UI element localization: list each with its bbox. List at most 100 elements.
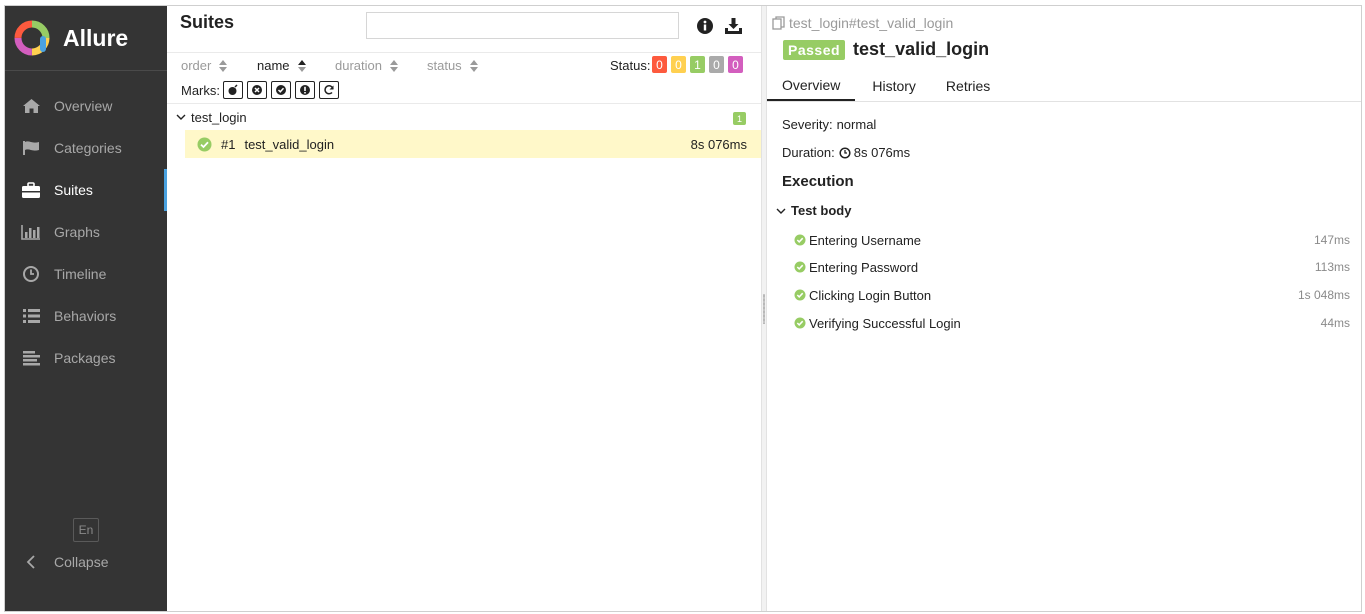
sidebar-item-categories[interactable]: Categories (5, 127, 167, 169)
passed-status-icon (794, 234, 806, 246)
flag-icon (21, 138, 41, 158)
sidebar-item-graphs[interactable]: Graphs (5, 211, 167, 253)
retries-icon[interactable] (319, 81, 339, 99)
suite-group-name: test_login (191, 109, 247, 125)
download-icon[interactable] (724, 17, 742, 35)
page-title: Suites (180, 12, 235, 32)
sidebar-item-packages[interactable]: Packages (5, 337, 167, 379)
brand-name: Allure (63, 24, 129, 51)
search-input[interactable] (366, 12, 679, 39)
sort-name[interactable]: name (257, 58, 306, 73)
detail-tabs: Overview History Retries (767, 70, 1361, 102)
sidebar-item-label: Categories (54, 140, 122, 156)
step-name: Verifying Successful Login (809, 315, 961, 331)
chevron-down-icon (176, 113, 186, 121)
sort-icon (469, 59, 478, 72)
test-body-label: Test body (791, 203, 852, 218)
severity-line: Severity: normal (782, 117, 876, 132)
step-row[interactable]: Entering Username 147ms (794, 230, 1350, 250)
tab-retries[interactable]: Retries (930, 70, 1004, 101)
collapse-label: Collapse (54, 554, 109, 570)
breadcrumb-text: test_login#test_valid_login (789, 15, 954, 31)
test-title: test_valid_login (853, 39, 990, 59)
suites-pane: Suites order name duration status Status… (167, 6, 761, 611)
sort-asc-icon (297, 59, 306, 72)
test-body-toggle[interactable]: Test body (776, 203, 851, 218)
sidebar-item-suites[interactable]: Suites (5, 169, 167, 211)
test-result-row[interactable]: #1 test_valid_login 8s 076ms (185, 130, 761, 158)
severity-value: normal (836, 117, 877, 132)
sidebar-item-label: Suites (54, 182, 93, 198)
duration-value: 8s 076ms (853, 145, 911, 160)
home-icon (21, 96, 41, 116)
briefcase-icon (21, 180, 41, 200)
sort-order[interactable]: order (181, 58, 228, 73)
brand[interactable]: Allure (5, 6, 167, 71)
tab-label: Retries (945, 77, 991, 94)
step-duration: 113ms (1314, 260, 1350, 274)
suites-header: Suites (167, 6, 761, 53)
flaky-icon[interactable] (223, 81, 243, 99)
status-skipped-badge[interactable]: 0 (709, 56, 724, 73)
suite-group-count: 1 (733, 112, 746, 125)
status-badge: Passed (783, 39, 846, 60)
chevron-down-icon (776, 207, 786, 215)
test-name: test_valid_login (244, 136, 335, 152)
duration-line: Duration: 8s 076ms (782, 145, 910, 160)
copy-icon[interactable] (772, 16, 785, 30)
sort-icon (389, 59, 398, 72)
sort-duration-label: duration (335, 58, 382, 73)
new-broken-icon[interactable] (295, 81, 315, 99)
tab-label: Overview (782, 76, 841, 93)
collapse-button[interactable]: Collapse (5, 546, 167, 578)
new-passed-icon[interactable] (271, 81, 291, 99)
passed-status-icon (794, 261, 806, 273)
clock-icon (839, 146, 851, 159)
sidebar-item-timeline[interactable]: Timeline (5, 253, 167, 295)
step-row[interactable]: Verifying Successful Login 44ms (794, 313, 1350, 333)
step-name: Entering Username (809, 232, 921, 248)
passed-status-icon (794, 317, 806, 329)
sort-bar: order name duration status Status: 0 0 1… (167, 53, 761, 77)
marks-filter (223, 81, 339, 99)
sidebar-item-label: Overview (54, 98, 113, 114)
passed-status-icon (794, 289, 806, 301)
sidebar-item-overview[interactable]: Overview (5, 85, 167, 127)
status-broken-badge[interactable]: 0 (671, 56, 686, 73)
sort-name-label: name (257, 58, 290, 73)
sort-duration[interactable]: duration (335, 58, 398, 73)
marks-label: Marks: (181, 83, 220, 98)
sidebar-item-label: Timeline (54, 266, 107, 282)
drag-handle-icon (763, 294, 765, 324)
chevron-left-icon (21, 555, 41, 569)
test-duration: 8s 076ms (690, 136, 747, 152)
sidebar-nav: Overview Categories Suites Graphs Timeli… (5, 85, 167, 379)
duration-label: Duration: (782, 145, 835, 160)
test-detail-pane: test_login#test_valid_login Passed test_… (767, 6, 1361, 611)
info-icon[interactable] (696, 17, 714, 35)
new-failed-icon[interactable] (247, 81, 267, 99)
status-filter: 0 0 1 0 0 (652, 56, 743, 73)
status-filter-label: Status: (610, 58, 651, 73)
tab-label: History (872, 77, 916, 94)
allure-logo-icon (14, 20, 50, 56)
sidebar-item-label: Graphs (54, 224, 100, 240)
sort-order-label: order (181, 58, 212, 73)
step-row[interactable]: Clicking Login Button 1s 048ms (794, 285, 1350, 305)
status-failed-badge[interactable]: 0 (652, 56, 667, 73)
align-left-icon (21, 348, 41, 368)
step-row[interactable]: Entering Password 113ms (794, 257, 1350, 277)
step-duration: 147ms (1313, 233, 1350, 247)
sort-status[interactable]: status (427, 58, 478, 73)
test-number: #1 (221, 136, 236, 152)
sidebar-item-behaviors[interactable]: Behaviors (5, 295, 167, 337)
passed-status-icon (197, 137, 212, 152)
sidebar-item-label: Behaviors (54, 308, 117, 324)
execution-title: Execution (782, 173, 854, 190)
tab-overview[interactable]: Overview (767, 70, 856, 101)
tab-history[interactable]: History (855, 70, 930, 101)
language-switch[interactable]: En (73, 518, 99, 542)
status-unknown-badge[interactable]: 0 (728, 56, 743, 73)
suite-group-row[interactable]: test_login 1 (167, 104, 761, 130)
status-passed-badge[interactable]: 1 (690, 56, 705, 73)
